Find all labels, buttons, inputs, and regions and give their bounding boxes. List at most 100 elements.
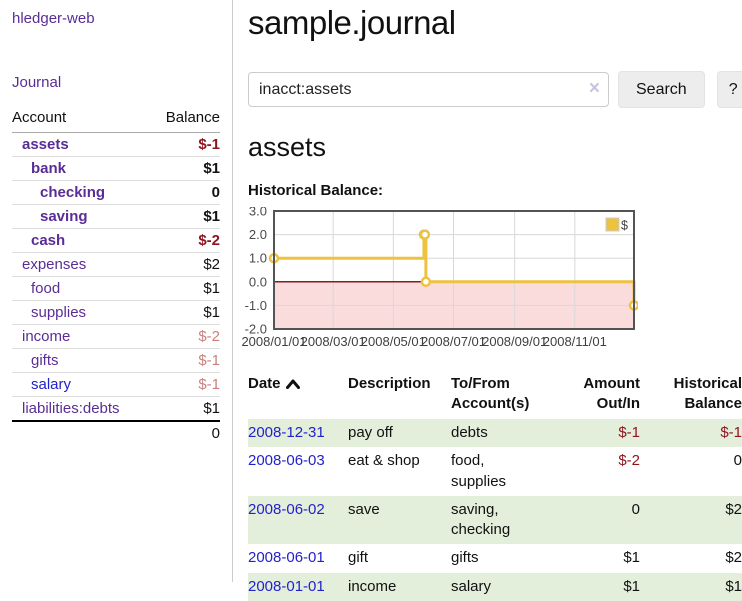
transaction-amount: $1 — [551, 573, 640, 601]
svg-text:2.0: 2.0 — [249, 227, 267, 242]
transaction-description: pay off — [348, 419, 451, 447]
svg-text:2008/03/01: 2008/03/01 — [301, 334, 366, 349]
transaction-amount: $1 — [551, 544, 640, 572]
account-balance: $-1 — [150, 373, 220, 397]
transaction-accounts: gifts — [451, 544, 551, 572]
register-header-balance: Historical Balance — [640, 372, 742, 419]
account-link-food[interactable]: food — [31, 280, 60, 297]
transaction-accounts: food, supplies — [451, 447, 551, 496]
account-row-expenses: expenses $2 — [12, 253, 220, 277]
account-link-salary[interactable]: salary — [31, 376, 71, 393]
account-balance: $1 — [150, 301, 220, 325]
accounts-total-value: 0 — [150, 421, 220, 445]
register-row: 2008-06-01 gift gifts $1 $2 — [248, 544, 742, 572]
register-row: 2008-01-01 income salary $1 $1 — [248, 573, 742, 601]
account-row-bank: bank $1 — [12, 157, 220, 181]
transaction-date-link[interactable]: 2008-06-03 — [248, 452, 325, 469]
account-row-supplies: supplies $1 — [12, 301, 220, 325]
account-balance: $1 — [150, 157, 220, 181]
transaction-description: income — [348, 573, 451, 601]
account-row-salary: salary $-1 — [12, 373, 220, 397]
transaction-accounts: debts — [451, 419, 551, 447]
transaction-accounts: saving, checking — [451, 496, 551, 545]
account-balance: 0 — [150, 181, 220, 205]
transaction-date-link[interactable]: 2008-01-01 — [248, 578, 325, 595]
search-button[interactable]: Search — [618, 71, 705, 108]
transaction-description: gift — [348, 544, 451, 572]
svg-text:$: $ — [621, 219, 628, 233]
main-content: sample.journal × Search ? assets Histori… — [233, 0, 742, 582]
account-link-cash[interactable]: cash — [31, 232, 65, 249]
account-row-saving: saving $1 — [12, 205, 220, 229]
account-row-checking: checking 0 — [12, 181, 220, 205]
register-header-description: Description — [348, 372, 451, 419]
svg-text:2008/07/01: 2008/07/01 — [421, 334, 486, 349]
register-header-amount: Amount Out/In — [551, 372, 640, 419]
account-row-cash: cash $-2 — [12, 229, 220, 253]
register-row: 2008-06-02 save saving, checking 0 $2 — [248, 496, 742, 545]
account-balance: $1 — [150, 277, 220, 301]
transaction-balance: $1 — [640, 573, 742, 601]
account-row-food: food $1 — [12, 277, 220, 301]
transaction-amount: 0 — [551, 496, 640, 545]
transaction-date-link[interactable]: 2008-06-01 — [248, 549, 325, 566]
account-row-liabilities-debts: liabilities:debts $1 — [12, 397, 220, 422]
account-balance: $2 — [150, 253, 220, 277]
account-link-saving[interactable]: saving — [40, 208, 88, 225]
svg-text:-1.0: -1.0 — [245, 298, 267, 313]
search-input[interactable] — [248, 72, 609, 107]
sidebar-item-journal[interactable]: Journal — [12, 74, 61, 91]
account-balance: $-1 — [150, 349, 220, 373]
accounts-table: Account Balance assets $-1 bank $1 check… — [12, 105, 220, 445]
account-link-gifts[interactable]: gifts — [31, 352, 59, 369]
transaction-description: save — [348, 496, 451, 545]
svg-text:2008/09/01: 2008/09/01 — [482, 334, 547, 349]
svg-text:2008/11/01: 2008/11/01 — [543, 334, 607, 349]
account-link-liabilities-debts[interactable]: liabilities:debts — [22, 400, 120, 417]
transaction-date-link[interactable]: 2008-06-02 — [248, 501, 325, 518]
svg-text:2008/05/01: 2008/05/01 — [361, 334, 426, 349]
register-header-date[interactable]: Date — [248, 372, 348, 419]
transaction-balance: $-1 — [640, 419, 742, 447]
accounts-header-balance: Balance — [150, 105, 220, 133]
search-row: × Search ? — [248, 71, 742, 108]
account-balance: $1 — [150, 397, 220, 422]
account-link-income[interactable]: income — [22, 328, 70, 345]
transaction-balance: $2 — [640, 544, 742, 572]
account-heading: assets — [248, 132, 742, 163]
register-row: 2008-12-31 pay off debts $-1 $-1 — [248, 419, 742, 447]
account-link-supplies[interactable]: supplies — [31, 304, 86, 321]
page-title: sample.journal — [248, 4, 742, 42]
account-link-checking[interactable]: checking — [40, 184, 105, 201]
transaction-balance: $2 — [640, 496, 742, 545]
chart-title: Historical Balance: — [248, 182, 742, 199]
account-row-gifts: gifts $-1 — [12, 349, 220, 373]
historical-balance-chart[interactable]: 3.02.01.00.0-1.0-2.02008/01/012008/03/01… — [240, 207, 742, 362]
account-balance: $-2 — [150, 325, 220, 349]
account-balance: $-1 — [150, 133, 220, 157]
register-header-accounts: To/From Account(s) — [451, 372, 551, 419]
account-link-assets[interactable]: assets — [22, 136, 69, 153]
account-link-expenses[interactable]: expenses — [22, 256, 86, 273]
transaction-description: eat & shop — [348, 447, 451, 496]
sidebar: hledger-web Journal Account Balance asse… — [0, 0, 233, 582]
svg-text:1.0: 1.0 — [249, 251, 267, 266]
account-row-income: income $-2 — [12, 325, 220, 349]
clear-search-icon[interactable]: × — [589, 79, 600, 98]
svg-text:0.0: 0.0 — [249, 274, 267, 289]
account-row-assets: assets $-1 — [12, 133, 220, 157]
help-button[interactable]: ? — [717, 71, 742, 108]
accounts-header-account: Account — [12, 105, 150, 133]
account-balance: $1 — [150, 205, 220, 229]
account-balance: $-2 — [150, 229, 220, 253]
register-header-date-label: Date — [248, 375, 281, 392]
transaction-amount: $-2 — [551, 447, 640, 496]
sort-ascending-icon — [286, 379, 300, 389]
transaction-amount: $-1 — [551, 419, 640, 447]
app-title-link[interactable]: hledger-web — [12, 10, 95, 27]
svg-text:2008/01/01: 2008/01/01 — [241, 334, 306, 349]
register-table: Date Description To/From Account(s) Amou… — [248, 372, 742, 601]
account-link-bank[interactable]: bank — [31, 160, 66, 177]
transaction-date-link[interactable]: 2008-12-31 — [248, 424, 325, 441]
register-row: 2008-06-03 eat & shop food, supplies $-2… — [248, 447, 742, 496]
